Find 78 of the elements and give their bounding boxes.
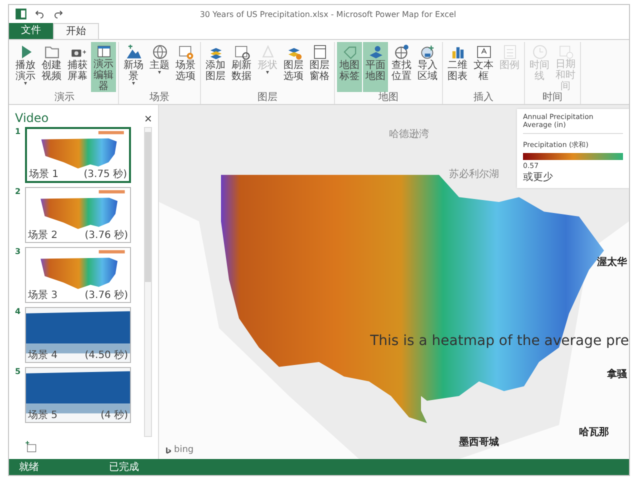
ribbon-button[interactable]: 导入区域: [415, 42, 440, 92]
scene-thumbnail[interactable]: 场景 3 (3.76 秒): [25, 247, 131, 303]
ribbon-button[interactable]: 文本框: [471, 42, 496, 92]
scene-duration: (3.75 秒): [84, 169, 127, 180]
ribbon-button[interactable]: 创建视频: [39, 42, 64, 92]
globe-icon: [152, 44, 168, 60]
map-label: 拿骚: [607, 368, 627, 381]
ribbon-button[interactable]: 播放演示: [13, 42, 38, 92]
ribbon-button[interactable]: 场景选项: [173, 42, 198, 92]
map-label: 哈德逊湾: [389, 128, 429, 141]
tag-icon: [342, 44, 358, 60]
group-label: 地图: [378, 92, 398, 104]
scene-name: 场景 2: [28, 230, 58, 241]
legend-icon: [502, 44, 518, 60]
ribbon-button[interactable]: 刷新数据: [229, 42, 254, 92]
ribbon-button[interactable]: 图层选项: [281, 42, 306, 92]
ribbon-button[interactable]: 演示编辑器: [91, 42, 116, 92]
undo-icon[interactable]: [35, 9, 45, 19]
status-text: 已完成: [109, 460, 139, 474]
scene-number: 1: [15, 127, 22, 138]
legend-label: 或更少: [523, 170, 554, 184]
ribbon-button[interactable]: 捕获屏幕: [65, 42, 90, 92]
ribbon-button[interactable]: 图层窗格: [307, 42, 332, 92]
group-label: 图层: [258, 92, 278, 104]
ribbon-button[interactable]: 地图标签: [337, 42, 362, 92]
region-icon: [420, 44, 436, 60]
panel-icon: [312, 44, 328, 60]
scene-number: 4: [15, 307, 22, 318]
group-label: 演示: [54, 92, 74, 104]
ribbon-tab[interactable]: 开始: [53, 23, 99, 39]
bar-chart-icon: [450, 44, 466, 60]
attribution-text: bing: [174, 445, 194, 455]
shape-icon: [260, 44, 276, 60]
group-label: 场景: [150, 92, 170, 104]
text-box-icon: [476, 44, 492, 60]
clock-icon: [532, 44, 548, 60]
mountain-icon: [126, 44, 142, 60]
app-icon[interactable]: [15, 8, 27, 20]
group-label: 时间: [542, 92, 562, 104]
scene-number: 2: [15, 187, 22, 198]
status-text: 就绪: [19, 460, 39, 474]
scene-name: 场景 4: [28, 350, 58, 361]
scene-duration: (4.50 秒): [84, 350, 128, 361]
scene-duration: (4 秒): [100, 410, 128, 421]
map-label: 渥太华: [597, 256, 627, 269]
ribbon-button[interactable]: 添加图层: [203, 42, 228, 92]
group-label: 插入: [474, 92, 494, 104]
redo-icon[interactable]: [53, 9, 63, 19]
ribbon-button[interactable]: 查找位置: [389, 42, 414, 92]
scene-number: 5: [15, 367, 22, 378]
globe-pin-icon: [394, 44, 410, 60]
close-button[interactable]: ×: [144, 110, 152, 126]
panel-title: Video: [15, 111, 49, 125]
window-title: 30 Years of US Precipitation.xlsx - Microsoft Power Map for Excel: [198, 10, 458, 18]
map-label: 墨西哥城: [459, 436, 499, 449]
scene-thumbnail[interactable]: 场景 4 (4.50 秒): [25, 307, 131, 363]
ribbon-button[interactable]: 新场景: [121, 42, 146, 92]
scene-name: 场景 1: [29, 169, 59, 180]
scrollbar[interactable]: [144, 127, 152, 437]
scene-number: 3: [15, 247, 22, 258]
scene-name: 场景 5: [28, 410, 58, 421]
map-label: 哈瓦那: [579, 426, 609, 439]
scene-thumbnail[interactable]: 场景 5 (4 秒): [25, 367, 131, 423]
scene-duration: (3.76 秒): [84, 290, 128, 301]
map-label: 苏必利尔湖: [449, 168, 499, 181]
bing-logo-icon: [165, 446, 172, 454]
scene-thumbnail[interactable]: 场景 1 (3.75 秒): [25, 127, 131, 183]
ribbon-button[interactable]: 二维图表: [445, 42, 470, 92]
ribbon-button[interactable]: 平面地图: [363, 42, 388, 92]
ribbon-button[interactable]: 主题: [147, 42, 172, 92]
folder-icon: [44, 44, 60, 60]
scene-duration: (3.76 秒): [84, 230, 128, 241]
panel-icon: [96, 44, 112, 59]
scene-name: 场景 3: [28, 290, 58, 301]
ribbon-tab[interactable]: 文件: [9, 23, 53, 39]
add-scene-icon[interactable]: [25, 441, 37, 453]
map-pin-icon: [368, 44, 384, 60]
scene-thumbnail[interactable]: 场景 2 (3.76 秒): [25, 187, 131, 243]
